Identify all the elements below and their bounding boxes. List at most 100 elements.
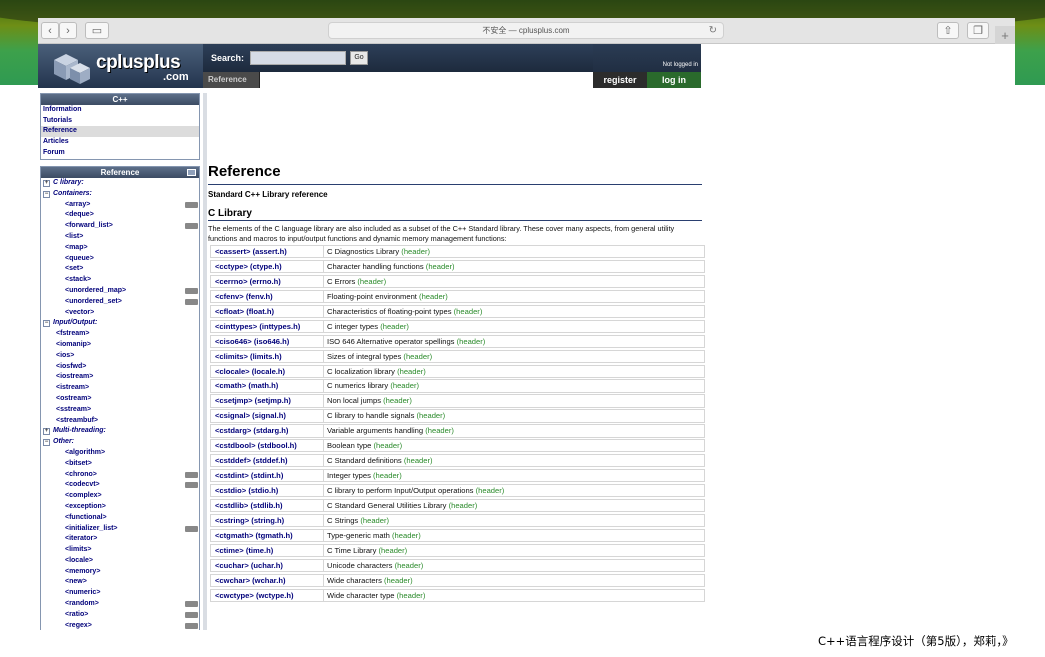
tree-item[interactable]: <iomanip> [41, 340, 199, 351]
table-row: <cwchar> (wchar.h) Wide characters (heade… [210, 573, 705, 587]
tree-item[interactable]: <queue> [41, 254, 199, 265]
cplusplus-logo[interactable]: cplusplus .com [38, 44, 203, 88]
tree-item[interactable]: <ratio> [41, 610, 199, 621]
tree-label: <exception> [65, 502, 106, 510]
tree-item[interactable]: <limits> [41, 545, 199, 556]
search-input[interactable] [250, 51, 346, 65]
tree-item[interactable]: <streambuf> [41, 416, 199, 427]
tree-item[interactable]: <functional> [41, 513, 199, 524]
tree-item[interactable]: <iterator> [41, 534, 199, 545]
book-icon[interactable] [187, 169, 196, 176]
library-link[interactable]: <csignal> (signal.h) [210, 409, 324, 423]
login-button[interactable]: log in [647, 72, 701, 88]
header-tag: (header) [380, 321, 409, 331]
tree-category[interactable]: − Containers: [41, 189, 199, 200]
library-description-cell: Variable arguments handling (header) [324, 424, 705, 438]
sidebar-item-tutorials[interactable]: Tutorials [41, 116, 199, 127]
tree-item[interactable]: <list> [41, 232, 199, 243]
tree-item[interactable]: <memory> [41, 567, 199, 578]
tree-item[interactable]: <ostream> [41, 394, 199, 405]
tree-item[interactable]: <map> [41, 243, 199, 254]
tree-item[interactable]: <unordered_map> [41, 286, 199, 297]
tree-item[interactable]: <numeric> [41, 588, 199, 599]
library-link[interactable]: <cctype> (ctype.h) [210, 259, 324, 274]
library-description-cell: C Errors (header) [324, 274, 705, 289]
sidebar-item-reference[interactable]: Reference [41, 126, 199, 138]
tree-label: <queue> [65, 254, 94, 262]
tree-item[interactable]: <istream> [41, 383, 199, 394]
tree-item[interactable]: <set> [41, 264, 199, 275]
tree-item[interactable]: <array> [41, 200, 199, 211]
tree-item[interactable]: <deque> [41, 210, 199, 221]
expand-icon[interactable]: + [43, 180, 50, 187]
collapse-icon[interactable]: − [43, 320, 50, 328]
tree-item[interactable]: <codecvt> [41, 480, 199, 491]
tree-item[interactable]: <fstream> [41, 329, 199, 340]
new-tab-button[interactable]: + [995, 26, 1015, 46]
library-link[interactable]: <cstddef> (stddef.h) [210, 454, 324, 468]
tree-item[interactable]: <iostream> [41, 372, 199, 383]
sidebar-toggle-button[interactable]: ▭ [85, 22, 109, 39]
library-link[interactable]: <cfloat> (float.h) [210, 304, 324, 319]
library-link[interactable]: <cuchar> (uchar.h) [210, 558, 324, 572]
expand-icon[interactable]: + [43, 428, 50, 436]
library-link[interactable]: <cstdlib> (stdlib.h) [210, 498, 324, 513]
tree-item[interactable]: <iosfwd> [41, 362, 199, 373]
tree-item[interactable]: <complex> [41, 491, 199, 502]
search-go-button[interactable]: Go [350, 51, 368, 65]
tree-item[interactable]: <ios> [41, 351, 199, 362]
collapse-icon[interactable]: − [43, 190, 50, 198]
tree-item[interactable]: <algorithm> [41, 448, 199, 459]
tabs-button[interactable]: ❐ [967, 22, 989, 39]
tree-item[interactable]: <exception> [41, 502, 199, 513]
library-link[interactable]: <cstdbool> (stdbool.h) [210, 439, 324, 453]
share-button[interactable]: ⇧ [937, 22, 959, 39]
library-link[interactable]: <clocale> (locale.h) [210, 364, 324, 378]
collapse-icon[interactable]: − [43, 439, 50, 447]
forward-button[interactable]: › [59, 22, 77, 39]
tree-label: <random> [65, 600, 99, 608]
library-link[interactable]: <ciso646> (iso646.h) [210, 334, 324, 348]
library-link[interactable]: <ctgmath> (tgmath.h) [210, 528, 324, 543]
library-link[interactable]: <cinttypes> (inttypes.h) [210, 319, 324, 333]
cpp11-badge-icon [185, 223, 198, 230]
library-link[interactable]: <cwctype> (wctype.h) [210, 588, 324, 602]
address-bar[interactable]: 不安全 — cplusplus.com ↻ [328, 22, 724, 39]
library-link[interactable]: <climits> (limits.h) [210, 349, 324, 363]
library-link[interactable]: <cstdarg> (stdarg.h) [210, 424, 324, 438]
library-link[interactable]: <csetjmp> (setjmp.h) [210, 394, 324, 408]
sidebar-item-forum[interactable]: Forum [41, 148, 199, 159]
tab-reference[interactable]: Reference [203, 72, 260, 88]
tree-item[interactable]: <new> [41, 577, 199, 588]
library-link[interactable]: <cwchar> (wchar.h) [210, 573, 324, 587]
library-link[interactable]: <cstdint> (stdint.h) [210, 469, 324, 483]
tree-item[interactable]: <random> [41, 599, 199, 610]
library-link[interactable]: <cerrno> (errno.h) [210, 274, 324, 289]
tree-item[interactable]: <locale> [41, 556, 199, 567]
back-button[interactable]: ‹ [41, 22, 59, 39]
library-link[interactable]: <cstdio> (stdio.h) [210, 484, 324, 498]
tree-item[interactable]: <vector> [41, 308, 199, 319]
library-link[interactable]: <cfenv> (fenv.h) [210, 289, 324, 304]
library-link[interactable]: <cassert> (assert.h) [210, 245, 324, 259]
sidebar-item-information[interactable]: Information [41, 105, 199, 116]
register-button[interactable]: register [593, 72, 647, 88]
library-link[interactable]: <cstring> (string.h) [210, 513, 324, 528]
library-link[interactable]: <cmath> (math.h) [210, 379, 324, 393]
reload-icon[interactable]: ↻ [709, 25, 717, 36]
tree-item[interactable]: <unordered_set> [41, 297, 199, 308]
tree-item[interactable]: <regex> [41, 621, 199, 630]
tree-category[interactable]: − Other: [41, 437, 199, 448]
header-tag: (header) [394, 560, 424, 570]
tree-item[interactable]: <initializer_list> [41, 524, 199, 535]
tree-category[interactable]: + Multi-threading: [41, 426, 199, 437]
tree-item[interactable]: <stack> [41, 275, 199, 286]
tree-item[interactable]: <forward_list> [41, 221, 199, 232]
tree-category[interactable]: − Input/Output: [41, 318, 199, 329]
tree-category[interactable]: + C library: [41, 178, 199, 189]
library-link[interactable]: <ctime> (time.h) [210, 543, 324, 558]
tree-item[interactable]: <sstream> [41, 405, 199, 416]
sidebar-item-articles[interactable]: Articles [41, 137, 199, 148]
tree-item[interactable]: <chrono> [41, 470, 199, 481]
tree-item[interactable]: <bitset> [41, 459, 199, 470]
